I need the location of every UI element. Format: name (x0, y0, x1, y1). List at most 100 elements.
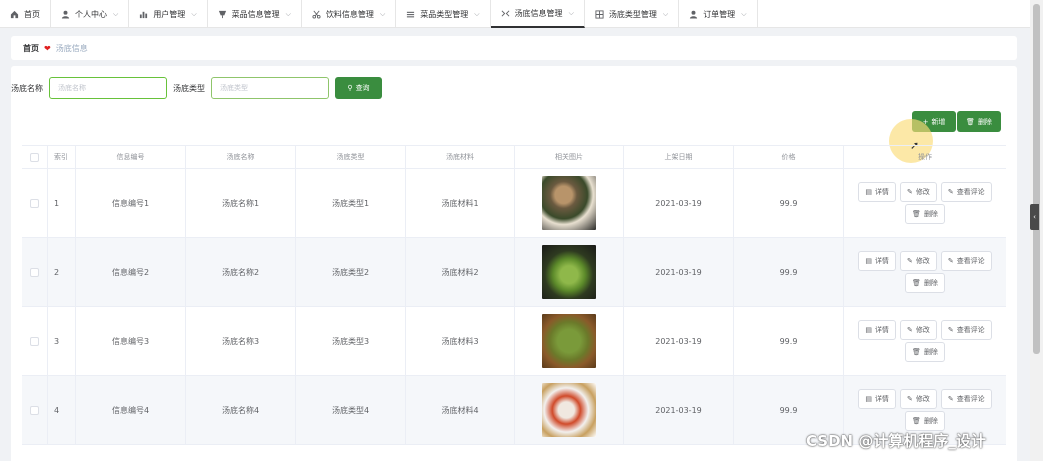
food-image (542, 383, 596, 437)
chevron-left-icon[interactable]: ‹ (1030, 204, 1039, 230)
nav-item-users[interactable]: 用户管理 ⌵ (129, 0, 208, 28)
row-checkbox[interactable] (30, 336, 39, 346)
nav-item-home[interactable]: 首页 (0, 0, 51, 28)
nav-item-broth-info[interactable]: 汤底信息管理 ⌵ (490, 0, 585, 28)
review-button[interactable]: ✎ 查看评论 (940, 389, 992, 409)
row-name: 汤底名称2 (186, 238, 296, 306)
edit-label: 修改 (915, 257, 930, 265)
edit-button[interactable]: ✎ 修改 (899, 251, 937, 271)
chevron-down-icon: ⌵ (191, 9, 197, 18)
delete-button[interactable]: 🗑 删除 (905, 204, 945, 224)
detail-label: 详情 (874, 395, 889, 403)
trash-icon: 🗑 (912, 417, 921, 425)
row-id: 信息编号1 (76, 169, 186, 237)
add-button-label: 新增 (931, 117, 946, 126)
edit-button[interactable]: ✎ 修改 (899, 389, 937, 409)
breadcrumb: 首页 ❤ 汤底信息 (11, 36, 1017, 60)
bulk-delete-button[interactable]: 🗑 删除 (957, 111, 1001, 132)
breadcrumb-current: 汤底信息 (55, 43, 88, 53)
food-image (542, 245, 596, 299)
breadcrumb-home[interactable]: 首页 (23, 43, 39, 54)
top-nav: 首页 个人中心 ⌵ 用户管理 ⌵ 菜品信息管理 ⌵ 饮料信息管理 ⌵ 菜品类型管… (0, 0, 1030, 28)
table-header: 索引 信息编号 汤底名称 汤底类型 汤底材料 相关图片 上架日期 价格 操作 (22, 145, 1006, 169)
row-select-cell (22, 238, 48, 306)
col-id: 信息编号 (76, 146, 186, 168)
edit-icon: ✎ (947, 188, 954, 196)
row-actions: ▤ 详情 ✎ 修改 ✎ 查看评论 🗑 删除 (844, 238, 1006, 306)
trash-icon: 🗑 (912, 210, 921, 218)
row-name: 汤底名称3 (186, 307, 296, 375)
nav-item-orders[interactable]: 订单管理 ⌵ (679, 0, 758, 28)
chevron-down-icon: ⌵ (474, 9, 480, 18)
type-label: 汤底类型 (173, 83, 205, 93)
delete-button[interactable]: 🗑 删除 (905, 411, 945, 431)
select-all-checkbox[interactable] (30, 152, 39, 162)
row-date: 2021-03-19 (624, 169, 734, 237)
row-id: 信息编号4 (76, 376, 186, 444)
detail-label: 详情 (874, 257, 889, 265)
food-image (542, 314, 596, 368)
row-checkbox[interactable] (30, 405, 39, 415)
type-search-input[interactable]: 汤底类型 (211, 77, 329, 99)
nav-item-dish-type[interactable]: 菜品类型管理 ⌵ (396, 0, 491, 28)
delete-label: 删除 (923, 348, 938, 356)
detail-button[interactable]: ▤ 详情 (858, 320, 896, 340)
chart-icon (139, 10, 148, 19)
col-date: 上架日期 (624, 146, 734, 168)
row-checkbox[interactable] (30, 198, 39, 208)
nav-item-label: 用户管理 (153, 9, 186, 19)
table-row: 1 信息编号1 汤底名称1 汤底类型1 汤底材料1 2021-03-19 99.… (22, 169, 1006, 238)
chevron-down-icon: ⌵ (568, 8, 574, 17)
row-checkbox[interactable] (30, 267, 39, 277)
nav-item-label: 首页 (24, 9, 40, 19)
review-label: 查看评论 (956, 257, 985, 265)
edit-button[interactable]: ✎ 修改 (899, 320, 937, 340)
delete-button[interactable]: 🗑 删除 (905, 273, 945, 293)
row-date: 2021-03-19 (624, 307, 734, 375)
search-button[interactable]: ⚲ 查询 (335, 77, 382, 99)
nav-item-drink-info[interactable]: 饮料信息管理 ⌵ (302, 0, 397, 28)
detail-button[interactable]: ▤ 详情 (858, 182, 896, 202)
row-type: 汤底类型4 (296, 376, 406, 444)
col-type: 汤底类型 (296, 146, 406, 168)
row-name: 汤底名称1 (186, 169, 296, 237)
vertical-scrollbar[interactable] (1030, 0, 1043, 461)
nav-item-label: 订单管理 (703, 9, 736, 19)
nav-item-broth-type[interactable]: 汤底类型管理 ⌵ (585, 0, 680, 28)
delete-button[interactable]: 🗑 删除 (905, 342, 945, 362)
name-search-input[interactable]: 汤底名称 (49, 77, 167, 99)
row-material: 汤底材料4 (406, 376, 515, 444)
document-icon: ▤ (865, 188, 872, 196)
cup-icon (218, 10, 227, 19)
nav-item-label: 菜品信息管理 (231, 9, 280, 19)
edit-icon: ✎ (947, 326, 954, 334)
row-material: 汤底材料3 (406, 307, 515, 375)
col-image: 相关图片 (515, 146, 624, 168)
nav-item-label: 个人中心 (75, 9, 107, 19)
review-button[interactable]: ✎ 查看评论 (940, 251, 992, 271)
chevron-down-icon: ⌵ (285, 9, 291, 18)
edit-icon: ✎ (947, 395, 954, 403)
row-price: 99.9 (734, 238, 844, 306)
name-label: 汤底名称 (11, 83, 43, 93)
edit-icon: ✎ (906, 326, 913, 334)
select-all-cell (22, 146, 48, 168)
col-actions: 操作 (918, 153, 932, 161)
edit-button[interactable]: ✎ 修改 (899, 182, 937, 202)
review-button[interactable]: ✎ 查看评论 (940, 182, 992, 202)
edit-icon: ✎ (906, 257, 913, 265)
row-price: 99.9 (734, 307, 844, 375)
scrollbar-thumb[interactable] (1033, 4, 1040, 354)
row-actions: ▤ 详情 ✎ 修改 ✎ 查看评论 🗑 删除 (844, 169, 1006, 237)
menu-icon (406, 10, 415, 19)
detail-button[interactable]: ▤ 详情 (858, 251, 896, 271)
nav-item-profile[interactable]: 个人中心 ⌵ (51, 0, 130, 28)
row-date: 2021-03-19 (624, 238, 734, 306)
bulk-delete-label: 删除 (977, 117, 992, 126)
detail-button[interactable]: ▤ 详情 (858, 389, 896, 409)
nav-item-dish-info[interactable]: 菜品信息管理 ⌵ (208, 0, 302, 28)
review-button[interactable]: ✎ 查看评论 (940, 320, 992, 340)
scissors-icon (312, 10, 321, 19)
edit-label: 修改 (915, 395, 930, 403)
search-button-label: 查询 (355, 84, 370, 92)
